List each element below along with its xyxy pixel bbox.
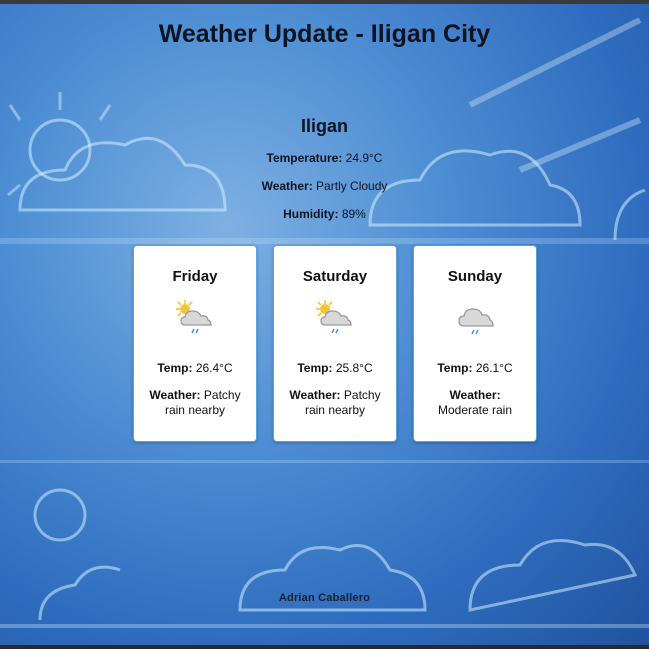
forecast-temp: Temp: 26.4°C bbox=[134, 361, 256, 375]
forecast-temp-value: 26.4°C bbox=[195, 361, 233, 375]
forecast-temp-label: Temp: bbox=[297, 361, 333, 375]
weather-row: Weather: Partly Cloudy bbox=[0, 178, 649, 206]
forecast-weather-label: Weather: bbox=[289, 388, 341, 402]
current-weather: Iligan Temperature: 24.9°C Weather: Part… bbox=[0, 116, 649, 234]
cloud-rain-icon bbox=[414, 298, 536, 338]
forecast-day: Friday bbox=[172, 268, 218, 285]
forecast-temp: Temp: 26.1°C bbox=[414, 361, 536, 375]
page-title: Weather Update - Iligan City bbox=[158, 20, 491, 48]
humidity-value: 89% bbox=[341, 207, 366, 221]
forecast-temp-value: 25.8°C bbox=[335, 361, 373, 375]
forecast-day: Saturday bbox=[302, 268, 368, 285]
forecast-day: Sunday bbox=[447, 268, 503, 285]
forecast-weather-label: Weather: bbox=[449, 388, 501, 402]
forecast-temp-label: Temp: bbox=[437, 361, 473, 375]
forecast-card: Sunday Temp: 26.1°C Weather: Moderate ra… bbox=[413, 245, 537, 442]
bottom-edge bbox=[0, 645, 649, 649]
forecast-card: Saturday Temp: 25.8°C Weather: Patchy ra… bbox=[273, 245, 397, 442]
forecast-weather-label: Weather: bbox=[149, 388, 201, 402]
city-name: Iligan bbox=[300, 116, 348, 136]
forecast-weather-value: Moderate rain bbox=[437, 403, 513, 417]
temperature-label: Temperature: bbox=[266, 151, 343, 165]
forecast-weather: Weather: Patchy rain nearby bbox=[274, 388, 396, 418]
sun-cloud-rain-icon bbox=[134, 298, 256, 338]
forecast-cards: Friday Temp: 26.4°C Weather: Patchy rain… bbox=[133, 245, 537, 442]
forecast-weather: Weather: Moderate rain bbox=[414, 388, 536, 418]
forecast-temp-label: Temp: bbox=[157, 361, 193, 375]
weather-value: Partly Cloudy bbox=[316, 179, 388, 193]
forecast-weather: Weather: Patchy rain nearby bbox=[134, 388, 256, 418]
temperature-value: 24.9°C bbox=[345, 151, 383, 165]
temperature-row: Temperature: 24.9°C bbox=[0, 150, 649, 178]
weather-label: Weather: bbox=[261, 179, 313, 193]
footer-author: Adrian Caballero bbox=[278, 592, 371, 604]
humidity-label: Humidity: bbox=[283, 207, 339, 221]
humidity-row: Humidity: 89% bbox=[0, 206, 649, 234]
sun-cloud-rain-icon bbox=[274, 298, 396, 338]
forecast-temp-value: 26.1°C bbox=[475, 361, 513, 375]
forecast-temp: Temp: 25.8°C bbox=[274, 361, 396, 375]
forecast-card: Friday Temp: 26.4°C Weather: Patchy rain… bbox=[133, 245, 257, 442]
